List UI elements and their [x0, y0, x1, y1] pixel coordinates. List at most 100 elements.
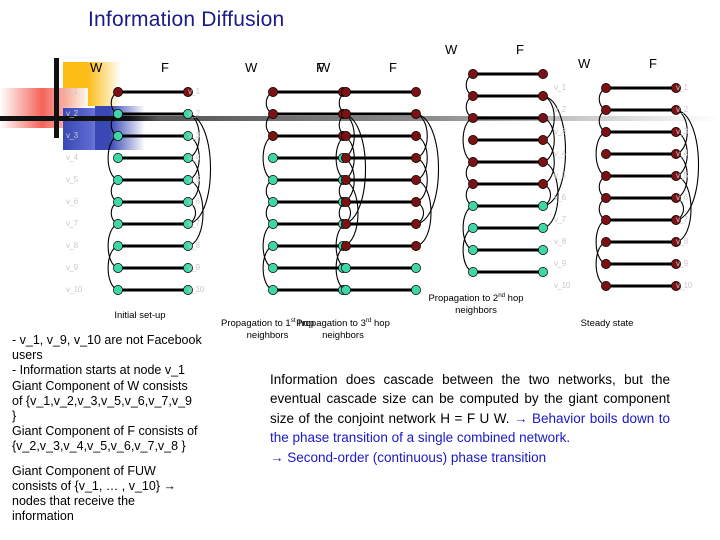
node-w-5[interactable]: [468, 157, 478, 167]
node-w-3[interactable]: [468, 113, 478, 123]
node-label-left-1: v_1: [66, 87, 78, 96]
node-w-5[interactable]: [113, 175, 123, 185]
node-w-4[interactable]: [601, 149, 611, 159]
node-w-2[interactable]: [601, 105, 611, 115]
note-line: nodes that receive the: [12, 494, 135, 509]
panel-caption-panel-initial: Initial set-up: [114, 310, 166, 321]
node-label-left-4: v_4: [66, 153, 78, 162]
node-w-6[interactable]: [341, 197, 351, 207]
note-line: {v_2,v_3,v_4,v_5,v_6,v_7,v_8 }: [12, 439, 186, 454]
node-label-right-2: v_2: [676, 105, 688, 114]
node-w-4[interactable]: [341, 153, 351, 163]
network-panel-steady: W Fv_1 v_2 v_3 v_4 v_5 v_6 v_7 v_8 v_9 v_10 v_1 v_2 v…: [548, 56, 720, 300]
node-f-4[interactable]: [538, 135, 548, 145]
node-w-9[interactable]: [268, 263, 278, 273]
column-label-w: W: [445, 42, 458, 57]
node-label-left-5: v_5: [66, 175, 78, 184]
note-spacer: [12, 455, 252, 464]
node-label-left-1: v_1: [554, 83, 566, 92]
node-w-7[interactable]: [341, 219, 351, 229]
node-w-10[interactable]: [468, 267, 478, 277]
node-w-3[interactable]: [341, 131, 351, 141]
node-w-2[interactable]: [268, 109, 278, 119]
node-w-1[interactable]: [468, 69, 478, 79]
conclusion-blue-2: → Second-order (continuous) phase transi…: [270, 449, 547, 465]
note-line: of {v_1,v_2,v_3,v_5,v_6,v_7,v_9: [12, 393, 192, 408]
conclusion-text: Information does cascade between the two…: [270, 370, 670, 467]
node-label-right-4: v_4: [676, 149, 688, 158]
node-w-5[interactable]: [601, 171, 611, 181]
node-label-right-7: v_7: [188, 219, 200, 228]
node-label-left-3: v_3: [66, 131, 78, 140]
note-line: }: [12, 409, 17, 424]
node-w-10[interactable]: [341, 285, 351, 295]
logo-vertical-bar: [54, 58, 59, 138]
panel-caption-panel-hop2: Propagation to 2nd hop neighbors: [428, 292, 524, 316]
node-w-10[interactable]: [268, 285, 278, 295]
node-w-6[interactable]: [601, 193, 611, 203]
node-f-1[interactable]: [538, 69, 548, 79]
node-label-right-10: v_10: [188, 285, 204, 294]
node-label-left-8: v_8: [554, 237, 566, 246]
node-w-8[interactable]: [113, 241, 123, 251]
node-w-6[interactable]: [113, 197, 123, 207]
node-f-9[interactable]: [538, 245, 548, 255]
node-w-9[interactable]: [601, 259, 611, 269]
node-w-1[interactable]: [601, 83, 611, 93]
column-label-f: F: [161, 60, 169, 75]
node-label-right-1: v_1: [188, 87, 200, 96]
node-w-4[interactable]: [268, 153, 278, 163]
node-w-10[interactable]: [113, 285, 123, 295]
node-label-right-9: v_9: [676, 259, 688, 268]
node-w-9[interactable]: [468, 245, 478, 255]
node-w-7[interactable]: [113, 219, 123, 229]
node-label-left-2: v_2: [66, 109, 78, 118]
ordinal-suffix: nd: [498, 292, 506, 299]
node-f-3[interactable]: [538, 113, 548, 123]
node-label-right-6: v_6: [188, 197, 200, 206]
node-w-2[interactable]: [113, 109, 123, 119]
node-w-8[interactable]: [268, 241, 278, 251]
node-w-3[interactable]: [601, 127, 611, 137]
node-label-right-7: v_7: [676, 215, 688, 224]
node-w-6[interactable]: [468, 179, 478, 189]
node-f-2[interactable]: [538, 91, 548, 101]
node-w-1[interactable]: [113, 87, 123, 97]
node-w-8[interactable]: [341, 241, 351, 251]
node-w-5[interactable]: [268, 175, 278, 185]
note-line: users: [12, 348, 43, 363]
node-w-2[interactable]: [468, 91, 478, 101]
node-label-left-7: v_7: [66, 219, 78, 228]
node-f-10[interactable]: [538, 267, 548, 277]
node-w-8[interactable]: [601, 237, 611, 247]
node-w-8[interactable]: [468, 223, 478, 233]
node-w-7[interactable]: [601, 215, 611, 225]
note-line: - Information starts at node v_1: [12, 363, 186, 378]
node-label-right-8: v_8: [676, 237, 688, 246]
node-f-8[interactable]: [538, 223, 548, 233]
node-w-10[interactable]: [601, 281, 611, 291]
node-f-5[interactable]: [538, 157, 548, 167]
node-label-right-3: v_3: [188, 131, 200, 140]
node-w-2[interactable]: [341, 109, 351, 119]
notes-left: - v_1, v_9, v_10 are not Facebook users - …: [12, 333, 252, 524]
node-w-7[interactable]: [268, 219, 278, 229]
node-w-9[interactable]: [113, 263, 123, 273]
node-w-6[interactable]: [268, 197, 278, 207]
node-w-9[interactable]: [341, 263, 351, 273]
node-w-1[interactable]: [268, 87, 278, 97]
node-w-5[interactable]: [341, 175, 351, 185]
node-f-7[interactable]: [538, 201, 548, 211]
node-w-1[interactable]: [341, 87, 351, 97]
page-title: Information Diffusion: [88, 8, 285, 31]
node-w-3[interactable]: [113, 131, 123, 141]
node-w-4[interactable]: [468, 135, 478, 145]
node-label-left-9: v_9: [554, 259, 566, 268]
node-w-7[interactable]: [468, 201, 478, 211]
node-label-right-1: v_1: [676, 83, 688, 92]
node-w-3[interactable]: [268, 131, 278, 141]
node-w-4[interactable]: [113, 153, 123, 163]
note-line: Giant Component of F consists of: [12, 424, 198, 439]
node-f-6[interactable]: [538, 179, 548, 189]
panel-caption-panel-steady: Steady state: [580, 318, 634, 329]
